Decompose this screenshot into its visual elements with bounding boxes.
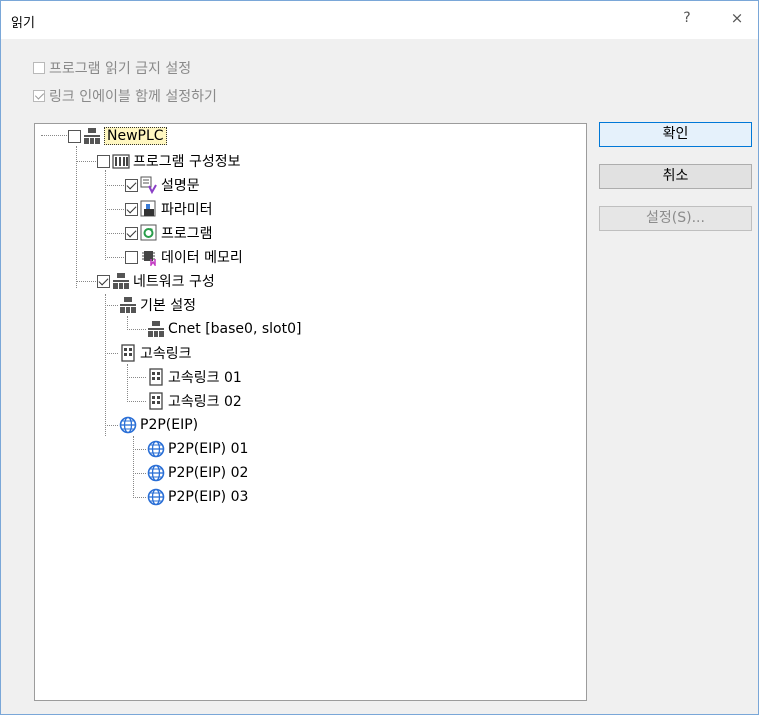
link-enable-label: 링크 인에이블 함께 설정하기	[49, 89, 217, 105]
parameter-checkbox[interactable]	[125, 202, 138, 216]
globe-icon	[119, 416, 137, 434]
tree-node-network-config[interactable]: 네트워크 구성	[97, 270, 215, 292]
tree-node-basic-settings[interactable]: 기본 설정	[119, 294, 196, 316]
memory-chip-icon	[142, 251, 156, 266]
program-config-label: 프로그램 구성정보	[133, 154, 241, 170]
p2p-03-label: P2P(EIP) 03	[168, 489, 249, 505]
tree-node-root[interactable]: NewPLC	[68, 125, 167, 147]
network-icon	[113, 273, 129, 289]
cnet-label: Cnet [base0, slot0]	[168, 321, 302, 337]
highspeed-link-02-label: 고속링크 02	[168, 394, 242, 410]
network-config-checkbox[interactable]	[97, 274, 110, 288]
comment-label: 설명문	[161, 178, 200, 194]
tree-node-data-memory[interactable]: 데이터 메모리	[125, 246, 243, 268]
parameter-icon	[140, 200, 156, 217]
root-checkbox[interactable]	[68, 129, 81, 143]
network-config-label: 네트워크 구성	[133, 274, 215, 290]
globe-icon	[147, 440, 165, 458]
dialog-title: 읽기	[11, 16, 35, 31]
link-enable-checkbox[interactable]	[33, 90, 45, 102]
tree-node-program[interactable]: 프로그램	[125, 222, 213, 244]
link-module-icon	[149, 392, 163, 410]
link-module-icon	[121, 344, 135, 362]
comment-checkbox[interactable]	[125, 178, 138, 192]
highspeed-link-label: 고속링크	[140, 346, 192, 362]
tree-node-p2p-01[interactable]: P2P(EIP) 01	[147, 438, 248, 460]
tree-node-cnet[interactable]: Cnet [base0, slot0]	[147, 318, 301, 340]
tree-node-p2p[interactable]: P2P(EIP)	[119, 414, 198, 436]
basic-settings-label: 기본 설정	[140, 298, 196, 314]
read-dialog: 읽기 ? × 프로그램 읽기 금지 설정 링크 인에이블 함께 설정하기 New…	[0, 0, 759, 715]
network-icon	[148, 321, 164, 337]
title-bar: 읽기 ? ×	[1, 1, 758, 39]
globe-icon	[147, 464, 165, 482]
link-module-icon	[149, 368, 163, 386]
data-memory-checkbox[interactable]	[125, 250, 138, 264]
highspeed-link-01-label: 고속링크 01	[168, 370, 242, 386]
settings-button[interactable]: 설정(S)...	[599, 206, 752, 231]
p2p-02-label: P2P(EIP) 02	[168, 465, 249, 481]
program-label: 프로그램	[161, 226, 213, 242]
ok-button[interactable]: 확인	[599, 122, 752, 147]
item-tree[interactable]: NewPLC 프로그램 구성정보 설명문 파라미터 프로그램 데이터 메모리 네…	[34, 123, 587, 701]
program-config-checkbox[interactable]	[97, 154, 110, 168]
module-rack-icon	[112, 154, 130, 169]
prohibit-read-option[interactable]: 프로그램 읽기 금지 설정	[33, 58, 191, 78]
tree-node-comment[interactable]: 설명문	[125, 174, 200, 196]
prohibit-read-label: 프로그램 읽기 금지 설정	[49, 61, 192, 77]
tree-node-program-config[interactable]: 프로그램 구성정보	[97, 150, 241, 172]
tree-node-p2p-03[interactable]: P2P(EIP) 03	[147, 486, 248, 508]
close-button[interactable]: ×	[726, 9, 748, 31]
comment-icon	[140, 176, 157, 194]
plc-icon	[84, 128, 100, 144]
tree-node-highspeed-link-02[interactable]: 고속링크 02	[147, 390, 242, 412]
parameter-label: 파라미터	[161, 202, 213, 218]
data-memory-label: 데이터 메모리	[161, 250, 243, 266]
p2p-01-label: P2P(EIP) 01	[168, 441, 249, 457]
tree-node-p2p-02[interactable]: P2P(EIP) 02	[147, 462, 248, 484]
help-button[interactable]: ?	[676, 10, 698, 30]
tree-node-highspeed-link-01[interactable]: 고속링크 01	[147, 366, 242, 388]
network-icon	[120, 297, 136, 313]
prohibit-read-checkbox[interactable]	[33, 62, 45, 74]
cancel-button[interactable]: 취소	[599, 164, 752, 189]
link-enable-option[interactable]: 링크 인에이블 함께 설정하기	[33, 86, 217, 106]
p2p-label: P2P(EIP)	[140, 417, 199, 433]
tree-node-parameter[interactable]: 파라미터	[125, 198, 213, 220]
globe-icon	[147, 488, 165, 506]
program-checkbox[interactable]	[125, 226, 138, 240]
root-label: NewPLC	[104, 127, 167, 145]
tree-node-highspeed-link[interactable]: 고속링크	[119, 342, 192, 364]
program-icon	[140, 224, 157, 241]
